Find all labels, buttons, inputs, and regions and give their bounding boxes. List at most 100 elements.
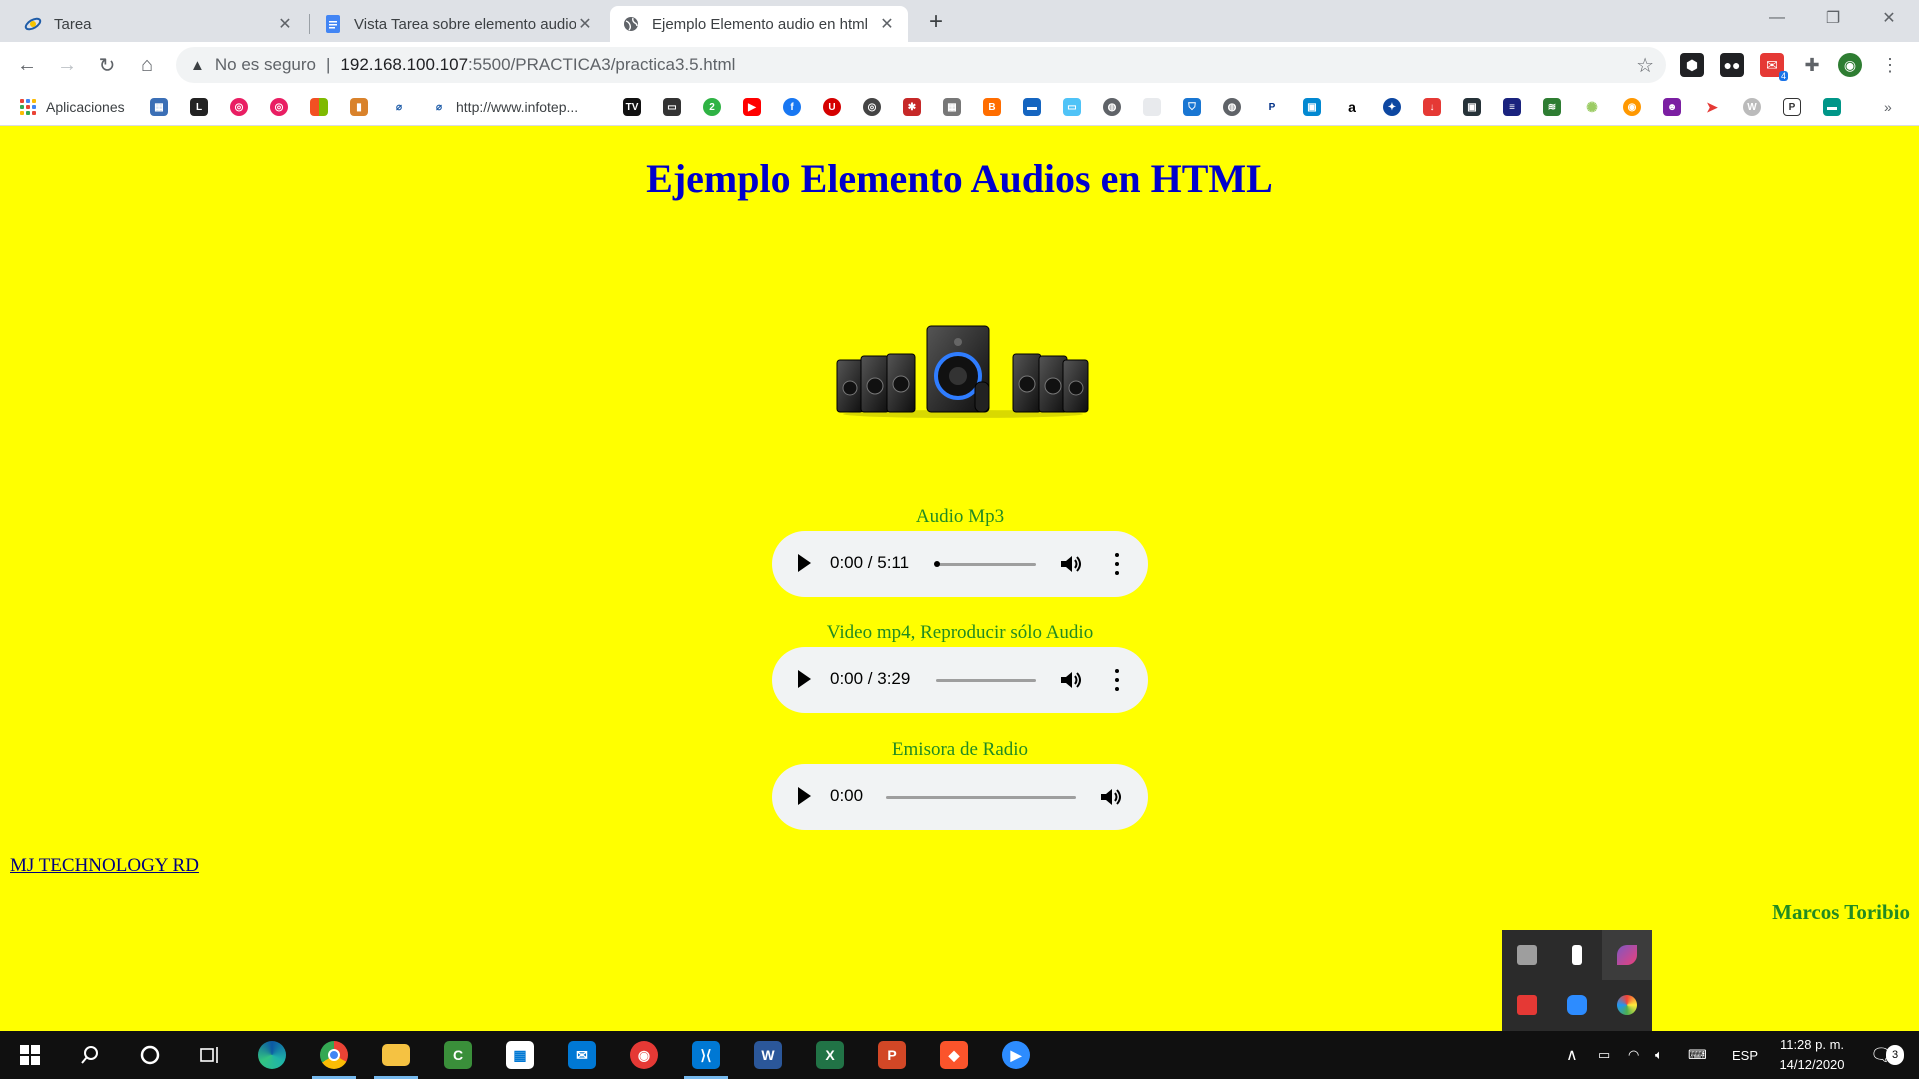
warning-icon[interactable]: ▲ [190, 57, 205, 74]
seek-bar[interactable] [886, 796, 1076, 799]
bookmark-3[interactable]: ◎ [230, 97, 248, 117]
bookmark-4[interactable]: ◎ [270, 97, 288, 117]
reload-icon[interactable]: ↻ [93, 51, 121, 79]
close-tab-icon[interactable]: ✕ [276, 14, 294, 34]
bookmark-infotep[interactable]: ⌀ http://www.infotep... [430, 97, 578, 117]
bookmark-stripes[interactable]: ≡ [1503, 97, 1521, 117]
seek-bar[interactable] [936, 563, 1036, 566]
bookmark-globe2[interactable]: ◍ [1223, 97, 1241, 117]
bookmark-tv[interactable]: TV [623, 97, 641, 117]
seek-knob[interactable] [934, 561, 940, 567]
play-icon[interactable] [798, 670, 811, 688]
clock[interactable]: 11:28 p. m. 14/12/2020 [1762, 1035, 1862, 1075]
bookmark-apps[interactable]: Aplicaciones [20, 97, 125, 117]
bookmark-youtube[interactable]: ▶ [743, 97, 761, 117]
file-explorer-icon[interactable] [368, 1031, 424, 1079]
word-icon[interactable]: W [740, 1031, 796, 1079]
security-label[interactable]: No es seguro [215, 55, 316, 75]
zoom-icon[interactable]: ▶ [988, 1031, 1044, 1079]
address-bar[interactable]: ▲ No es seguro | 192.168.100.107:5500/PR… [176, 47, 1666, 83]
tray-screen-icon[interactable] [1502, 930, 1552, 980]
bookmark-blank[interactable] [1143, 97, 1161, 117]
red-extension-icon[interactable]: ✉ 4 [1760, 53, 1788, 81]
camtasia-icon[interactable]: C [430, 1031, 486, 1079]
chevron-up-icon[interactable]: ∧ [1566, 1031, 1578, 1079]
bookmark-star-icon[interactable]: ☆ [1636, 53, 1654, 78]
tray-colorful-icon[interactable] [1602, 980, 1652, 1030]
volume-icon[interactable] [1096, 783, 1124, 811]
bookmark-5[interactable] [310, 97, 328, 117]
mail-icon[interactable]: ✉ [554, 1031, 610, 1079]
bookmark-flag[interactable]: ▬ [1023, 97, 1041, 117]
brave-icon[interactable]: ◆ [926, 1031, 982, 1079]
restore-icon[interactable]: ❐ [1810, 0, 1856, 36]
bookmark-shield[interactable]: ⛉ [1183, 97, 1201, 117]
tab-vista-tarea[interactable]: Vista Tarea sobre elemento audio ✕ [312, 6, 606, 42]
bookmark-facebook[interactable]: f [783, 97, 801, 117]
home-icon[interactable]: ⌂ [133, 51, 161, 79]
bookmark-tv2[interactable]: ▭ [663, 97, 681, 117]
bookmark-photo[interactable]: ▣ [1463, 97, 1481, 117]
bookmark-person[interactable]: ☻ [1663, 97, 1681, 117]
windows-start-icon[interactable] [2, 1031, 58, 1079]
excel-icon[interactable]: X [802, 1031, 858, 1079]
chrome-icon[interactable] [306, 1031, 362, 1079]
volume-icon[interactable] [1056, 666, 1084, 694]
puzzle-extensions-icon[interactable]: ✚ [1800, 53, 1824, 77]
bookmark-download[interactable]: ↓ [1423, 97, 1441, 117]
tray-zoom-icon[interactable] [1552, 980, 1602, 1030]
bookmark-monitor[interactable]: ▭ [1063, 97, 1081, 117]
seek-bar[interactable] [936, 679, 1036, 682]
close-window-icon[interactable]: ✕ [1866, 0, 1912, 36]
bookmark-2[interactable]: L [190, 97, 208, 117]
edge-icon[interactable] [244, 1031, 300, 1079]
tab-tarea[interactable]: Tarea ✕ [12, 6, 306, 42]
new-tab-button[interactable]: + [922, 8, 950, 36]
cortana-icon[interactable] [122, 1031, 178, 1079]
bookmark-paypal[interactable]: P [1263, 97, 1281, 117]
wifi-icon[interactable]: ◠ [1628, 1031, 1639, 1079]
vscode-icon[interactable]: ⟩⟨ [678, 1031, 734, 1079]
more-bookmarks-icon[interactable]: » [1884, 97, 1892, 117]
tray-feather-icon[interactable] [1602, 930, 1652, 980]
bookmark-blogger[interactable]: B [983, 97, 1001, 117]
language-indicator[interactable]: ESP [1732, 1031, 1758, 1079]
profile-avatar[interactable]: ◉ [1838, 53, 1862, 77]
bookmark-sun[interactable]: ✺ [1583, 97, 1601, 117]
more-options-icon[interactable] [1114, 669, 1120, 691]
bookmark-spider[interactable]: ✱ [903, 97, 921, 117]
audio-player[interactable]: 0:00 / 3:29 [772, 647, 1148, 713]
audio-player[interactable]: 0:00 / 5:11 [772, 531, 1148, 597]
bookmark-noaa[interactable]: ✦ [1383, 97, 1401, 117]
keyboard-icon[interactable]: ⌨︎ [1688, 1031, 1707, 1079]
bookmark-calc[interactable]: ▦ [943, 97, 961, 117]
bookmark-green2[interactable]: ≋ [1543, 97, 1561, 117]
search-icon[interactable] [62, 1031, 118, 1079]
bookmark-6[interactable]: ▮ [350, 97, 368, 117]
audio-player[interactable]: 0:00 [772, 764, 1148, 830]
bookmark-green[interactable]: 2 [703, 97, 721, 117]
volume-icon[interactable] [1056, 550, 1084, 578]
battery-icon[interactable]: ▭ [1598, 1031, 1610, 1079]
bookmark-amazon[interactable]: a [1343, 97, 1361, 117]
more-options-icon[interactable] [1114, 553, 1120, 575]
task-view-icon[interactable] [182, 1031, 238, 1079]
recorder-icon[interactable]: ◉ [616, 1031, 672, 1079]
tab-ejemplo-audio[interactable]: Ejemplo Elemento audio en html ✕ [610, 6, 908, 42]
menu-dots-icon[interactable]: ⋮ [1878, 53, 1902, 77]
powerpoint-icon[interactable]: P [864, 1031, 920, 1079]
forward-arrow-icon[interactable]: → [53, 51, 81, 79]
bookmark-7[interactable]: ⌀ [390, 97, 408, 117]
cube-extension-icon[interactable]: ⬢ [1680, 53, 1704, 77]
bookmark-globe[interactable]: ◍ [1103, 97, 1121, 117]
minimize-icon[interactable]: — [1754, 0, 1800, 36]
tray-usb-icon[interactable] [1552, 930, 1602, 980]
store-icon[interactable]: ▦ [492, 1031, 548, 1079]
play-icon[interactable] [798, 554, 811, 572]
speaker-icon[interactable]: 🔈︎ [1655, 1031, 1663, 1079]
bookmark-folder[interactable]: ▬ [1823, 97, 1841, 117]
bookmark-p[interactable]: P [1783, 97, 1801, 117]
bookmark-w[interactable]: W [1743, 97, 1761, 117]
bookmark-red[interactable]: U [823, 97, 841, 117]
bookmark-send[interactable]: ➤ [1703, 97, 1721, 117]
